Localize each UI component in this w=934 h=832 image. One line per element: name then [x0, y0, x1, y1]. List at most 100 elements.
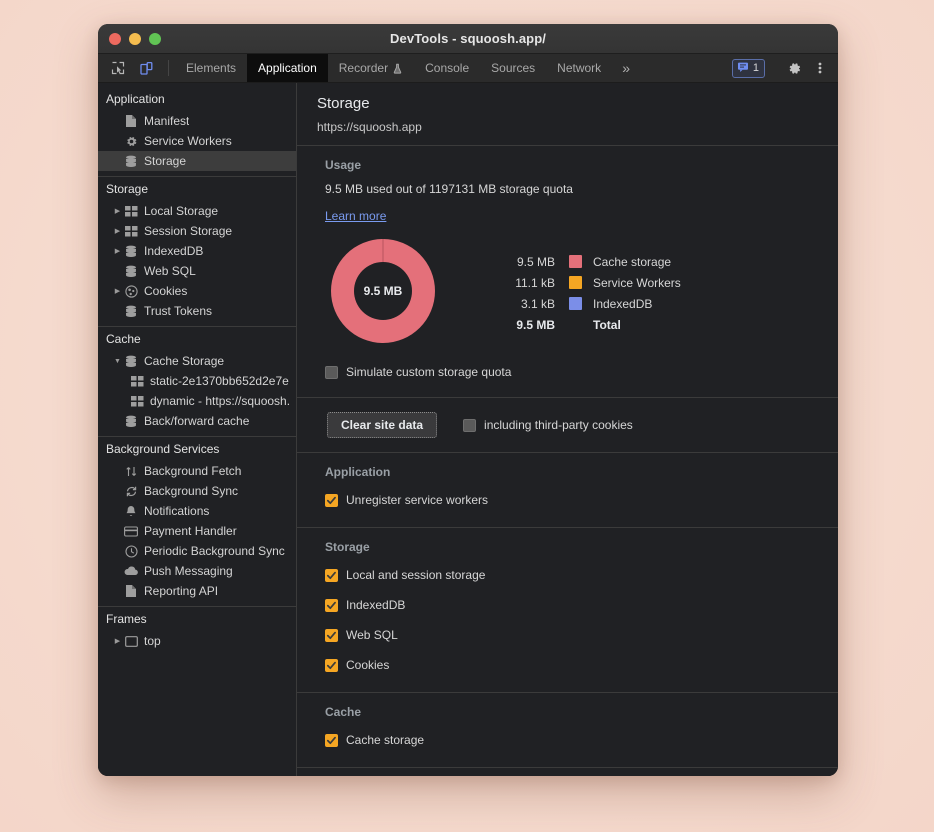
sidebar-section-title: Background Services — [98, 437, 296, 461]
sidebar-item-web-sql[interactable]: Web SQL — [98, 261, 296, 281]
device-toolbar-icon[interactable] — [134, 57, 158, 79]
sidebar-item-local-storage[interactable]: ▶ Local Storage — [98, 201, 296, 221]
option-label: Local and session storage — [346, 568, 485, 582]
checkbox-checked-icon[interactable] — [325, 629, 338, 642]
chevron-right-icon[interactable]: ▶ — [112, 247, 123, 255]
storage-options-heading: Storage — [325, 540, 838, 554]
simulate-quota-checkbox[interactable] — [325, 366, 338, 379]
sidebar-item-indexeddb[interactable]: ▶ IndexedDB — [98, 241, 296, 261]
chevron-right-icon[interactable]: ▶ — [112, 287, 123, 295]
cache-options-heading: Cache — [325, 705, 838, 719]
sync-icon — [123, 483, 139, 499]
cookie-icon — [123, 283, 139, 299]
chevron-right-icon[interactable]: ▶ — [112, 227, 123, 235]
toolbar-divider — [168, 60, 169, 76]
sidebar-item-cache-dynamic[interactable]: dynamic - https://squoosh. — [98, 391, 296, 411]
sidebar-item-reporting-api[interactable]: Reporting API — [98, 581, 296, 601]
panel-tabs: Elements Application Recorder Console So… — [175, 54, 640, 82]
sidebar-item-service-workers[interactable]: Service Workers — [98, 131, 296, 151]
chevron-right-icon[interactable]: ▶ — [112, 207, 123, 215]
sidebar-item-storage[interactable]: Storage — [98, 151, 296, 171]
maximize-window-button[interactable] — [149, 33, 161, 45]
sidebar-item-label: Cookies — [144, 284, 187, 298]
database-icon — [123, 303, 139, 319]
tab-console[interactable]: Console — [414, 54, 480, 82]
sidebar-item-cookies[interactable]: ▶ Cookies — [98, 281, 296, 301]
sidebar-item-notifications[interactable]: Notifications — [98, 501, 296, 521]
learn-more-link[interactable]: Learn more — [325, 209, 386, 223]
sidebar-item-manifest[interactable]: Manifest — [98, 111, 296, 131]
legend-value: 3.1 kB — [493, 297, 555, 311]
clear-site-data-section: Clear site data including third-party co… — [297, 398, 838, 453]
sidebar-section-title: Application — [98, 87, 296, 111]
usage-section: Usage 9.5 MB used out of 1197131 MB stor… — [297, 146, 838, 398]
sidebar-item-cache-storage[interactable]: ▼ Cache Storage — [98, 351, 296, 371]
database-icon — [123, 413, 139, 429]
minimize-window-button[interactable] — [129, 33, 141, 45]
usage-chart-row: 9.5 MB 9.5 MB Cache storage 11.1 kB Serv… — [325, 239, 838, 343]
tab-label: Application — [258, 61, 317, 75]
checkbox-checked-icon[interactable] — [325, 734, 338, 747]
checkbox-checked-icon[interactable] — [325, 569, 338, 582]
legend-row-indexeddb: 3.1 kB IndexedDB — [493, 293, 681, 314]
sidebar-item-label: Manifest — [144, 114, 189, 128]
legend-total-label: Total — [593, 318, 621, 332]
chevron-down-icon[interactable]: ▼ — [112, 358, 123, 365]
option-web-sql[interactable]: Web SQL — [325, 620, 838, 650]
third-party-cookies-row[interactable]: including third-party cookies — [463, 418, 633, 432]
sidebar-item-background-sync[interactable]: Background Sync — [98, 481, 296, 501]
sidebar-item-label: static-2e1370bb652d2e7e­ — [150, 374, 289, 388]
chevron-right-icon[interactable]: ▶ — [112, 637, 123, 645]
tab-elements[interactable]: Elements — [175, 54, 247, 82]
sidebar-item-label: Web SQL — [144, 264, 196, 278]
option-local-session-storage[interactable]: Local and session storage — [325, 560, 838, 590]
tab-label: Recorder — [339, 61, 388, 75]
sidebar-item-background-fetch[interactable]: Background Fetch — [98, 461, 296, 481]
gear-icon[interactable] — [782, 57, 806, 79]
sidebar-item-label: dynamic - https://squoosh. — [150, 394, 290, 408]
kebab-menu-icon[interactable] — [808, 57, 832, 79]
issues-message-icon — [737, 61, 749, 76]
option-indexeddb[interactable]: IndexedDB — [325, 590, 838, 620]
sidebar-item-frame-top[interactable]: ▶ top — [98, 631, 296, 651]
option-unregister-service-workers[interactable]: Unregister service workers — [325, 485, 838, 515]
sidebar-item-label: Local Storage — [144, 204, 218, 218]
clear-site-data-button[interactable]: Clear site data — [327, 412, 437, 438]
inspect-element-icon[interactable] — [106, 57, 130, 79]
issues-badge[interactable]: 1 — [732, 59, 765, 78]
sidebar-item-push-messaging[interactable]: Push Messaging — [98, 561, 296, 581]
origin-label: https://squoosh.app — [317, 120, 838, 134]
application-sidebar[interactable]: Application Manifest Service Workers — [98, 83, 297, 776]
sidebar-item-back-forward-cache[interactable]: Back/forward cache — [98, 411, 296, 431]
tab-network[interactable]: Network — [546, 54, 612, 82]
application-options-heading: Application — [325, 465, 838, 479]
option-cache-storage[interactable]: Cache storage — [325, 725, 838, 755]
third-party-cookies-checkbox[interactable] — [463, 419, 476, 432]
sidebar-item-payment-handler[interactable]: Payment Handler — [98, 521, 296, 541]
legend-row-total: 9.5 MB Total — [493, 314, 681, 335]
checkbox-checked-icon[interactable] — [325, 494, 338, 507]
devtools-window: DevTools - squoosh.app/ Elements — [98, 24, 838, 776]
checkbox-checked-icon[interactable] — [325, 659, 338, 672]
tab-sources[interactable]: Sources — [480, 54, 546, 82]
option-cookies[interactable]: Cookies — [325, 650, 838, 680]
application-options-section: Application Unregister service workers — [297, 453, 838, 528]
sidebar-item-label: Service Workers — [144, 134, 232, 148]
more-tabs-button[interactable]: » — [612, 54, 640, 82]
checkbox-checked-icon[interactable] — [325, 599, 338, 612]
document-icon — [123, 583, 139, 599]
sidebar-item-session-storage[interactable]: ▶ Session Storage — [98, 221, 296, 241]
tab-application[interactable]: Application — [247, 54, 328, 82]
sidebar-item-label: IndexedDB — [144, 244, 203, 258]
window-title: DevTools - squoosh.app/ — [98, 31, 838, 46]
close-window-button[interactable] — [109, 33, 121, 45]
tab-label: Elements — [186, 61, 236, 75]
sidebar-item-trust-tokens[interactable]: Trust Tokens — [98, 301, 296, 321]
sidebar-item-cache-static[interactable]: static-2e1370bb652d2e7e­ — [98, 371, 296, 391]
usage-heading: Usage — [325, 158, 838, 172]
sidebar-section-title: Frames — [98, 607, 296, 631]
tab-recorder[interactable]: Recorder — [328, 54, 414, 82]
sidebar-item-periodic-background-sync[interactable]: Periodic Background Sync — [98, 541, 296, 561]
sidebar-item-label: Reporting API — [144, 584, 218, 598]
simulate-quota-row[interactable]: Simulate custom storage quota — [325, 361, 838, 383]
